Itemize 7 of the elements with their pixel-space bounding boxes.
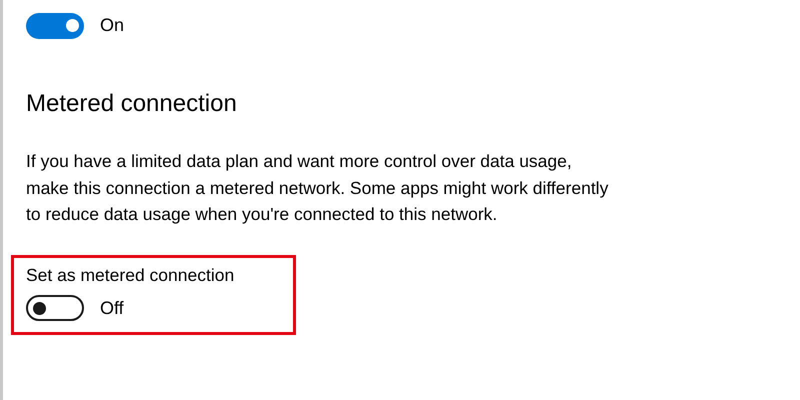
toggle-state-text: On [100, 14, 124, 37]
section-heading: Metered connection [26, 89, 238, 119]
description-text: If you have a limited data plan and want more control over data usage, make this connection a metered network. Some apps might work differently to reduce data usage when you're connected to this network. [26, 150, 610, 226]
toggle-switch[interactable] [26, 12, 84, 38]
setting-label: Set as metered connection [26, 264, 236, 286]
toggle-state-text: Off [100, 296, 124, 320]
toggle-switch[interactable] [26, 295, 84, 321]
